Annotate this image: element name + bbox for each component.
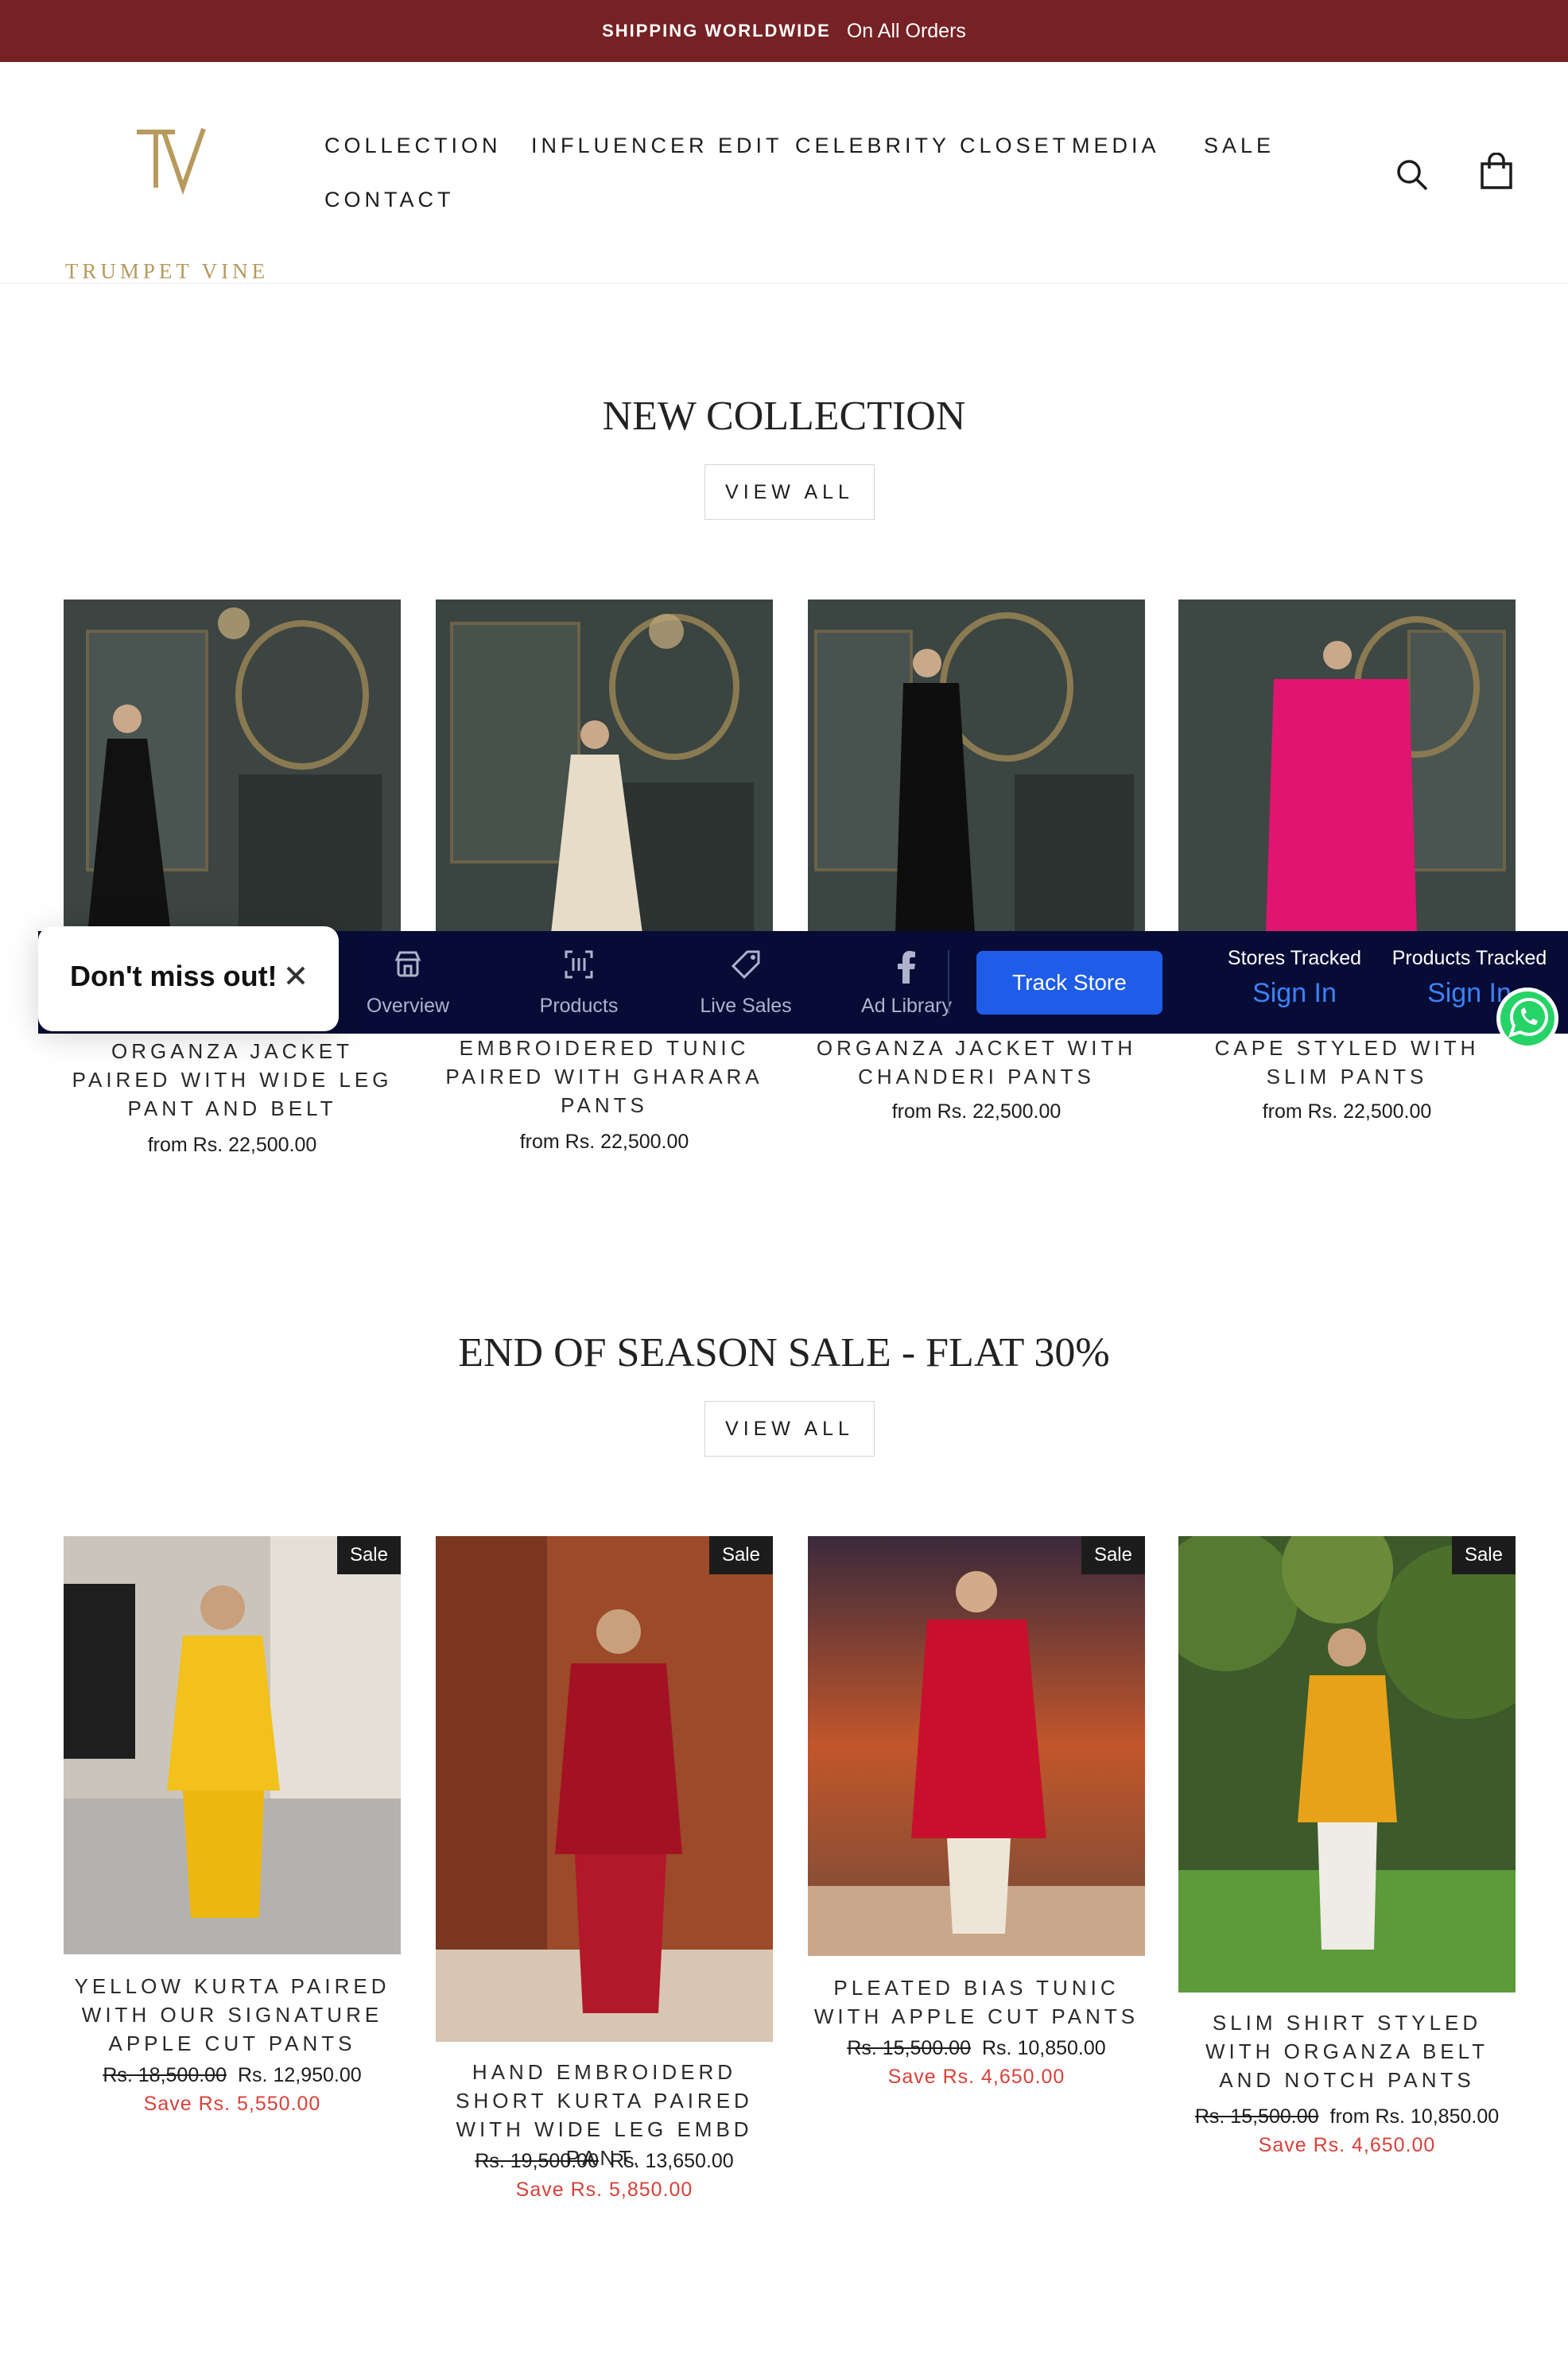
- product-image[interactable]: [1178, 600, 1516, 933]
- product-price: from Rs. 22,500.00: [147, 1134, 317, 1156]
- compare-at-price: Rs. 15,500.00: [1194, 2105, 1319, 2128]
- toolbar-divider: [948, 950, 949, 1014]
- product-title[interactable]: EMBROIDERED TUNIC PAIRED WITH GHARARA PA…: [436, 1034, 773, 1119]
- brand-name: TRUMPET VINE: [64, 259, 270, 283]
- sale-badge: Sale: [708, 1536, 773, 1574]
- popup-text: Don't miss out!: [70, 960, 278, 992]
- nav-item-celebrity-closet[interactable]: CELEBRITY CLOSET: [795, 134, 1069, 158]
- brand-logo[interactable]: TRUMPET VINE: [64, 126, 270, 283]
- sale-price: Rs. 10,850.00: [982, 2037, 1106, 2059]
- monogram-icon: [137, 128, 206, 196]
- product-price: from Rs. 22,500.00: [519, 1131, 689, 1153]
- scan-icon: [565, 950, 593, 979]
- product-title[interactable]: ORGANZA JACKET WITH CHANDERI PANTS: [808, 1034, 1145, 1091]
- tag-icon: [731, 950, 760, 980]
- close-icon[interactable]: [281, 961, 310, 990]
- savings-text: Save Rs. 4,650.00: [1258, 2134, 1436, 2156]
- sale-badge: Sale: [1081, 1536, 1145, 1574]
- tracker-tab-label: Live Sales: [700, 995, 792, 1017]
- sale-badge: Sale: [1451, 1536, 1516, 1574]
- compare-at-price: Rs. 15,500.00: [847, 2037, 971, 2059]
- savings-text: Save Rs. 5,550.00: [143, 2093, 321, 2115]
- whatsapp-icon[interactable]: [1495, 986, 1560, 1051]
- product-image[interactable]: [64, 600, 401, 933]
- product-image[interactable]: [1178, 1536, 1516, 1993]
- facebook-icon: [898, 951, 915, 984]
- product-price: Rs. 15,500.00 Rs. 10,850.00: [808, 2037, 1145, 2060]
- product-title[interactable]: CAPE STYLED WITH SLIM PANTS: [1178, 1034, 1516, 1091]
- product-image[interactable]: [436, 1536, 773, 2042]
- tracker-tab-overview[interactable]: Overview: [332, 931, 483, 1034]
- product-price: from Rs. 22,500.00: [891, 1100, 1062, 1123]
- sale-price: Rs. 12,950.00: [238, 2064, 362, 2086]
- sale-price: Rs. 13,650.00: [610, 2150, 734, 2172]
- stat-label: Products Tracked: [1391, 947, 1547, 969]
- new-collection-title: NEW COLLECTION: [602, 394, 966, 439]
- sale-price: from Rs. 10,850.00: [1329, 2105, 1500, 2128]
- product-price: from Rs. 22,500.00: [1262, 1100, 1432, 1123]
- sale-view-all-button[interactable]: VIEW ALL: [704, 1401, 875, 1457]
- product-title[interactable]: YELLOW KURTA PAIRED WITH OUR SIGNATURE A…: [64, 1972, 401, 2058]
- nav-item-influencer-edit[interactable]: INFLUENCER EDIT: [531, 134, 783, 158]
- new-collection-view-all-button[interactable]: VIEW ALL: [704, 464, 875, 520]
- tracker-tab-ad-library[interactable]: Ad Library: [827, 931, 986, 1034]
- tracker-tab-live-sales[interactable]: Live Sales: [666, 931, 825, 1034]
- sale-badge: Sale: [336, 1536, 401, 1574]
- product-image[interactable]: [808, 600, 1145, 933]
- site-header: TRUMPET VINE COLLECTION INFLUENCER EDIT …: [0, 62, 1568, 284]
- track-store-button[interactable]: Track Store: [976, 951, 1162, 1015]
- product-title[interactable]: SLIM SHIRT STYLED WITH ORGANZA BELT AND …: [1178, 2008, 1516, 2094]
- savings-text: Save Rs. 4,650.00: [887, 2066, 1065, 2088]
- tracker-tab-label: Overview: [366, 995, 450, 1017]
- compare-at-price: Rs. 18,500.00: [103, 2064, 227, 2086]
- tracker-tab-label: Ad Library: [861, 995, 952, 1017]
- sale-section-title: END OF SEASON SALE - FLAT 30%: [458, 1330, 1110, 1376]
- product-price: Rs. 18,500.00 Rs. 12,950.00: [64, 2064, 401, 2087]
- search-icon[interactable]: [1395, 157, 1430, 192]
- product-image[interactable]: [808, 1536, 1145, 1956]
- announcement-bold: SHIPPING WORLDWIDE: [602, 21, 831, 41]
- savings-text: Save Rs. 5,850.00: [515, 2179, 693, 2201]
- product-image[interactable]: [64, 1536, 401, 1954]
- product-price: Rs. 19,500.00 Rs. 13,650.00: [436, 2150, 773, 2173]
- nav-item-sale[interactable]: SALE: [1204, 134, 1275, 158]
- tracker-tab-label: Products: [539, 995, 619, 1017]
- dont-miss-out-popup: Don't miss out!: [38, 926, 339, 1031]
- product-image[interactable]: [436, 600, 773, 933]
- announcement-text: On All Orders: [846, 19, 966, 42]
- announcement-bar: SHIPPING WORLDWIDE On All Orders: [0, 0, 1568, 62]
- cart-icon[interactable]: [1479, 153, 1514, 191]
- product-title[interactable]: PLEATED BIAS TUNIC WITH APPLE CUT PANTS: [808, 1973, 1145, 2031]
- product-title[interactable]: ORGANZA JACKET PAIRED WITH WIDE LEG PANT…: [64, 1037, 401, 1123]
- nav-item-media[interactable]: MEDIA: [1072, 134, 1160, 158]
- product-price: Rs. 15,500.00 from Rs. 10,850.00: [1178, 2105, 1516, 2128]
- nav-item-contact[interactable]: CONTACT: [324, 188, 455, 212]
- nav-item-collection[interactable]: COLLECTION: [324, 134, 502, 158]
- tracker-tab-products[interactable]: Products: [499, 931, 658, 1034]
- compare-at-price: Rs. 19,500.00: [475, 2150, 599, 2172]
- store-icon: [394, 951, 421, 977]
